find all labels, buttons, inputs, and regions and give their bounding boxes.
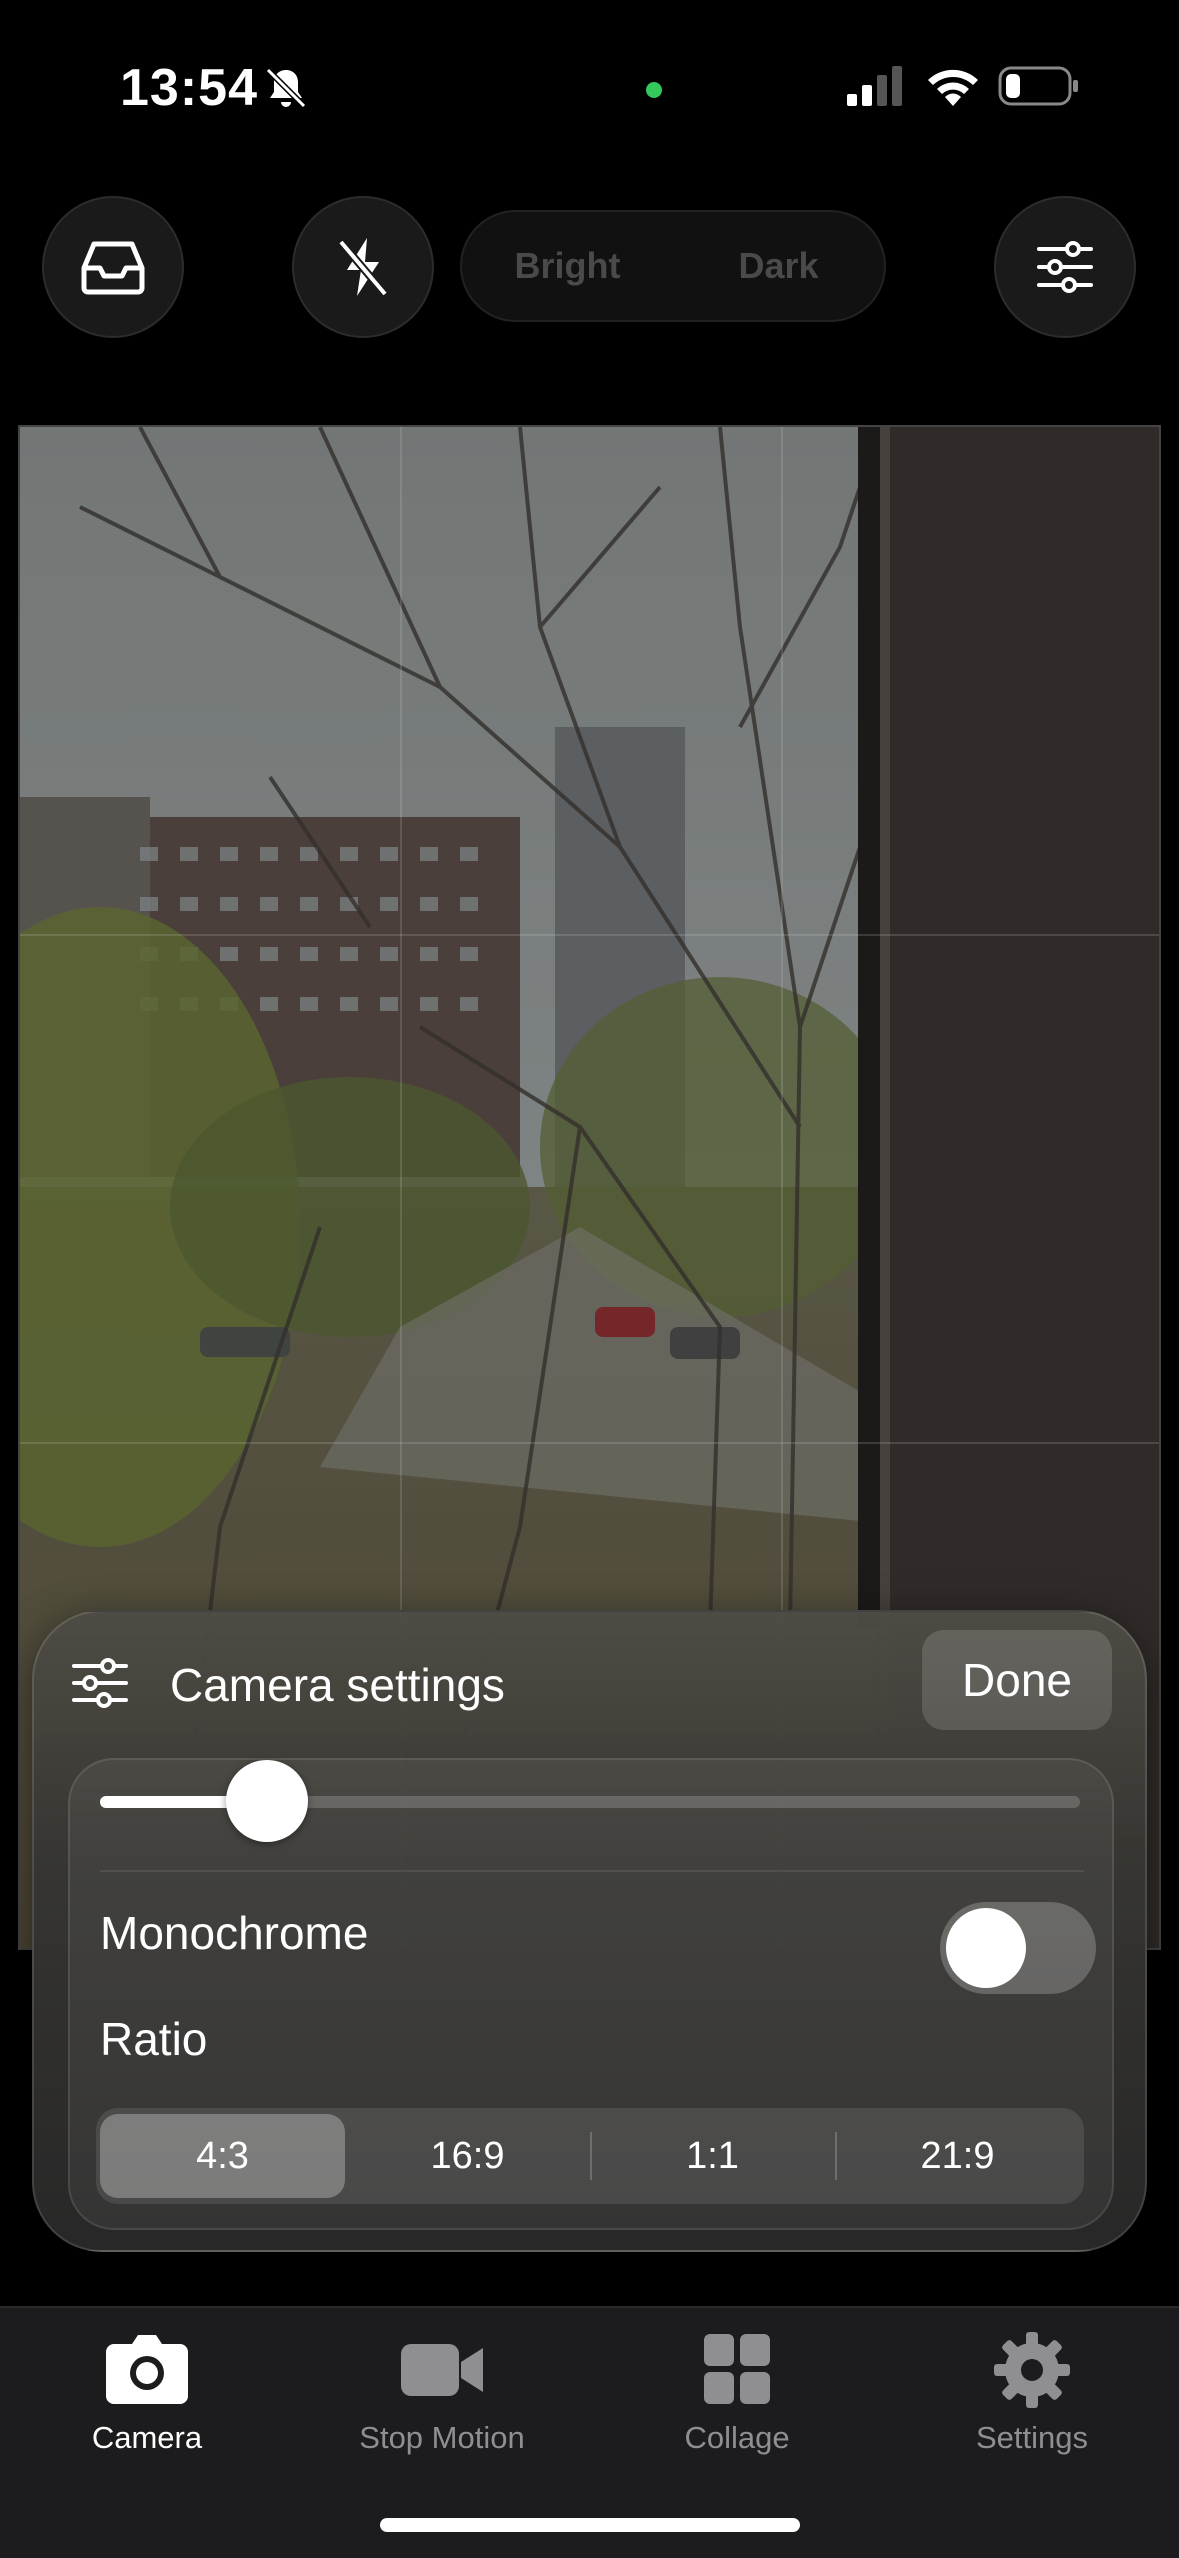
tone-segmented-control: Bright Dark bbox=[460, 210, 886, 322]
tab-settings-label: Settings bbox=[975, 2420, 1088, 2455]
video-icon bbox=[401, 2344, 483, 2396]
done-button[interactable]: Done bbox=[922, 1630, 1112, 1730]
slider-thumb[interactable] bbox=[225, 1760, 308, 1842]
status-time: 13:54 bbox=[120, 59, 258, 117]
tab-collage-label: Collage bbox=[684, 2420, 790, 2455]
ratio-option-16-9[interactable]: 16:9 bbox=[345, 2114, 590, 2198]
camera-settings-title: Camera settings bbox=[170, 1659, 505, 1711]
tab-camera-label: Camera bbox=[91, 2420, 203, 2455]
monochrome-label: Monochrome bbox=[100, 1907, 369, 1959]
sliders-icon bbox=[72, 1658, 128, 1708]
grid-icon bbox=[704, 2334, 770, 2404]
filters-button[interactable] bbox=[994, 196, 1136, 338]
toggle-knob bbox=[946, 1908, 1026, 1988]
gear-icon bbox=[994, 2332, 1070, 2408]
tab-collage[interactable]: Collage bbox=[617, 2330, 857, 2480]
wifi-icon bbox=[928, 69, 978, 106]
sliders-icon bbox=[1037, 241, 1093, 293]
tone-option-dark[interactable]: Dark bbox=[673, 245, 884, 287]
status-bar: 13:54 bbox=[0, 0, 1179, 180]
tab-settings[interactable]: Settings bbox=[912, 2330, 1152, 2480]
camera-in-use-dot bbox=[646, 82, 662, 98]
camera-icon bbox=[106, 2335, 188, 2404]
tab-stop-motion-label: Stop Motion bbox=[359, 2420, 525, 2455]
battery-icon bbox=[998, 66, 1078, 106]
tab-camera[interactable]: Camera bbox=[27, 2330, 267, 2480]
monochrome-toggle[interactable] bbox=[940, 1902, 1096, 1994]
ratio-option-4-3[interactable]: 4:3 bbox=[100, 2114, 345, 2198]
settings-card: Monochrome Ratio 4:3 16:9 1:1 21:9 bbox=[68, 1758, 1114, 2230]
tab-stop-motion[interactable]: Stop Motion bbox=[322, 2330, 562, 2480]
exposure-slider[interactable] bbox=[100, 1760, 1080, 1842]
home-indicator[interactable] bbox=[380, 2518, 800, 2532]
cellular-signal-icon bbox=[847, 66, 902, 106]
ratio-option-1-1[interactable]: 1:1 bbox=[590, 2114, 835, 2198]
bell-slash-icon bbox=[265, 67, 307, 109]
divider bbox=[100, 1870, 1084, 1872]
ratio-label: Ratio bbox=[100, 2013, 208, 2065]
camera-settings-panel: Camera settings Done Monochrome Ratio 4:… bbox=[32, 1610, 1147, 2252]
tray-icon bbox=[81, 241, 145, 295]
flash-toggle-button[interactable] bbox=[292, 196, 434, 338]
ratio-segmented-control: 4:3 16:9 1:1 21:9 bbox=[96, 2108, 1084, 2204]
library-button[interactable] bbox=[42, 196, 184, 338]
tone-option-bright[interactable]: Bright bbox=[462, 245, 673, 287]
flash-off-icon bbox=[337, 238, 389, 297]
ratio-option-21-9[interactable]: 21:9 bbox=[835, 2114, 1080, 2198]
